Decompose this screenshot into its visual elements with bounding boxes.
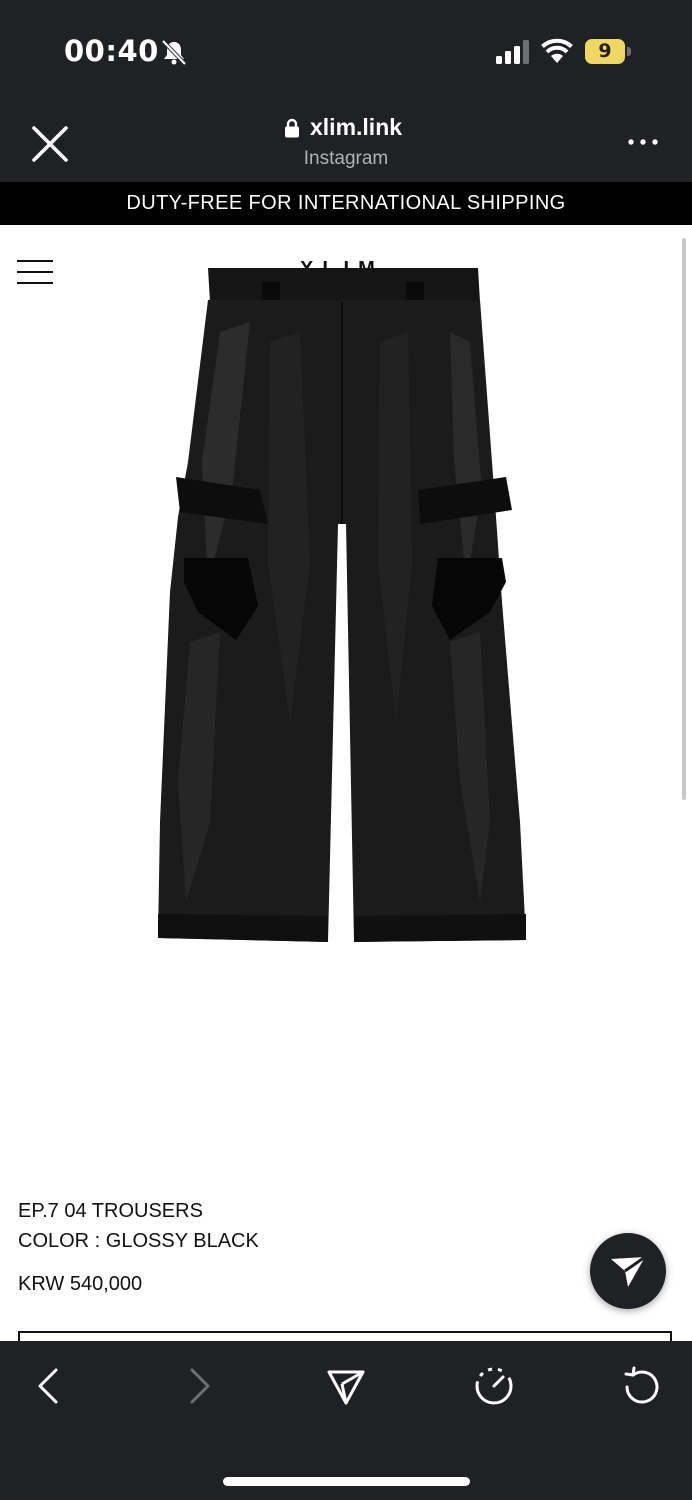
- wifi-icon: [541, 38, 573, 63]
- menu-icon[interactable]: [17, 258, 53, 286]
- lock-icon: [285, 118, 299, 138]
- page-domain[interactable]: xlim.link: [310, 114, 402, 141]
- announcement-bar: DUTY-FREE FOR INTERNATIONAL SHIPPING: [0, 182, 692, 225]
- share-floating-button[interactable]: [590, 1233, 666, 1309]
- battery-icon: 9: [585, 39, 631, 64]
- more-icon[interactable]: [626, 137, 660, 147]
- battery-level: 9: [598, 40, 612, 62]
- status-time: 00:40: [64, 34, 159, 68]
- forward-icon[interactable]: [178, 1366, 218, 1406]
- share-icon[interactable]: [326, 1366, 366, 1406]
- product-title: EP.7 04 TROUSERS: [18, 1200, 203, 1222]
- product-image[interactable]: [150, 262, 535, 952]
- reload-icon[interactable]: [622, 1366, 662, 1406]
- page-source: Instagram: [303, 148, 389, 169]
- scrollbar[interactable]: [682, 238, 686, 800]
- send-icon: [611, 1255, 646, 1287]
- bell-slash-icon: [161, 39, 187, 66]
- speed-icon[interactable]: [474, 1366, 514, 1406]
- back-icon[interactable]: [30, 1366, 70, 1406]
- signal-icon: [496, 40, 529, 64]
- product-color: COLOR : GLOSSY BLACK: [18, 1230, 259, 1252]
- product-price: KRW 540,000: [18, 1273, 143, 1295]
- home-indicator[interactable]: [223, 1477, 470, 1486]
